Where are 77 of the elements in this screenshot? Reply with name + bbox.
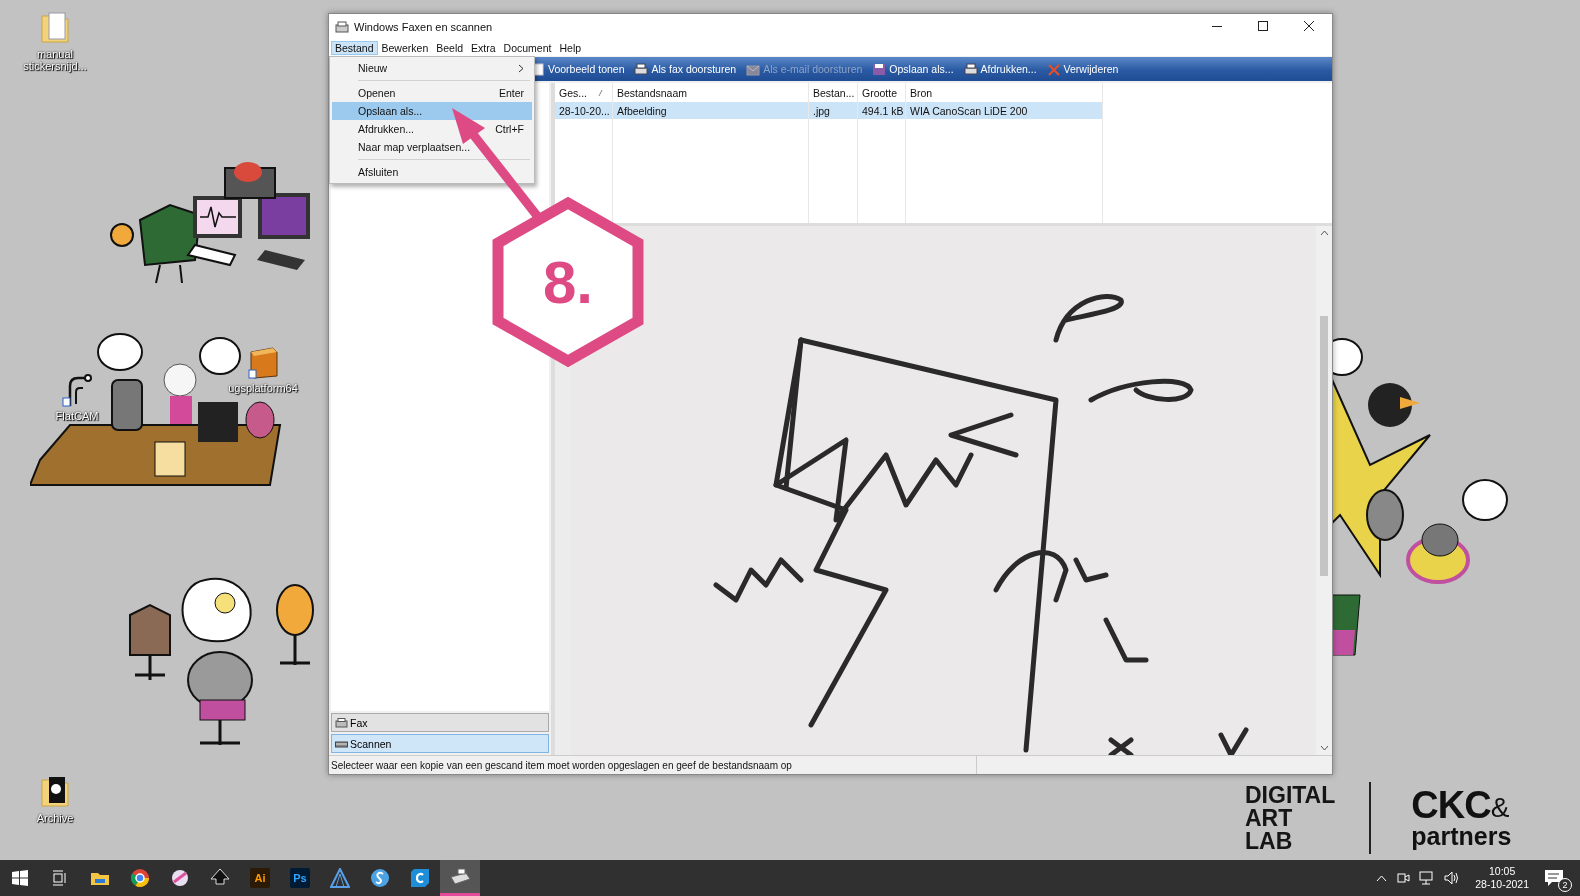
menu-item[interactable]: Nieuw — [332, 59, 532, 77]
clock[interactable]: 10:05 28-10-2021 — [1475, 865, 1529, 891]
icon-image-icon[interactable] — [62, 372, 92, 408]
browser-logo-icon — [130, 868, 150, 888]
menu-item[interactable]: Openen Enter — [332, 84, 532, 102]
desktop-icon-label[interactable]: ugsplatform64 — [228, 382, 298, 394]
table-cell-text: Afbeelding — [616, 104, 668, 117]
column-header[interactable]: Ges... — [555, 83, 613, 102]
printer-icon — [963, 62, 978, 76]
taskbar-app-button[interactable]: Ps — [280, 860, 320, 896]
logo-ampersand: & — [1490, 793, 1510, 823]
s-logo-icon — [370, 868, 390, 888]
toolbar-button[interactable]: Verwijderen — [1044, 62, 1121, 76]
notification-icon[interactable] — [1544, 869, 1564, 887]
menu-item[interactable]: Beeld — [432, 40, 468, 55]
pane-switch-button[interactable]: Scannen — [331, 734, 549, 753]
table-cell-text: 494.1 kB — [861, 104, 905, 117]
taskbar-app-button[interactable]: Ai — [240, 860, 280, 896]
pane-switch-button[interactable]: Fax — [331, 713, 549, 732]
speaker-icon[interactable] — [1444, 871, 1461, 885]
app-logo-icon: Ps — [290, 868, 310, 888]
folder-icon — [90, 870, 110, 886]
toolbar-button[interactable]: Afdrukken... — [961, 62, 1039, 76]
icon-image-icon[interactable] — [40, 774, 70, 810]
windows-logo-icon — [12, 870, 28, 886]
menu-item[interactable]: Bestand — [331, 40, 378, 55]
column-header[interactable]: Grootte — [858, 83, 906, 102]
menu-item[interactable]: Document — [499, 40, 556, 55]
toolbar-button[interactable]: Als fax doorsturen — [632, 62, 739, 76]
fax-machine-icon — [335, 20, 349, 33]
column-header[interactable]: Bron — [906, 83, 1103, 102]
scanner-icon — [335, 738, 348, 749]
network-icon[interactable] — [1419, 871, 1436, 885]
menu-item[interactable]: Bewerken — [377, 40, 433, 55]
menu-item[interactable]: Naar map verplaatsen... — [332, 138, 532, 156]
camera-icon[interactable] — [1396, 871, 1411, 885]
clock-time: 10:05 — [1489, 865, 1516, 878]
file-row[interactable]: 28-10-20... Afbeelding .jpg 494.1 kB WIA CanoScan LiDE 200 — [555, 102, 1103, 119]
c-logo-icon — [410, 868, 430, 888]
column-header[interactable]: Bestan... — [809, 83, 858, 102]
table-cell-text: WIA CanoScan LiDE 200 — [909, 104, 1029, 117]
task-view-icon — [52, 870, 68, 886]
triangle-logo-icon — [330, 868, 350, 888]
logo-text: LAB — [1245, 829, 1294, 853]
logo-text: ART — [1245, 806, 1294, 830]
scrollbar-thumb[interactable] — [1320, 316, 1328, 576]
column-header[interactable]: Bestandsnaam — [613, 83, 809, 102]
scrollbar[interactable] — [1316, 226, 1332, 755]
logo-text: CKC — [1411, 787, 1491, 823]
toolbar-button[interactable]: Opslaan als... — [870, 62, 956, 76]
menu-item[interactable]: Extra — [467, 40, 500, 55]
logo-text: DIGITAL — [1245, 783, 1336, 807]
chevron-right-icon — [518, 63, 524, 73]
fax-machine-icon — [335, 717, 348, 728]
window-title: Windows Faxen en scannen — [354, 20, 493, 33]
chevron-down-icon[interactable] — [1319, 745, 1329, 751]
menu-item[interactable]: Opslaan als... — [332, 102, 532, 120]
logo-text: partners — [1411, 823, 1512, 849]
menu-item[interactable]: Afsluiten — [332, 163, 532, 181]
envelope-icon — [746, 62, 761, 76]
table-cell-text: 28-10-20... — [558, 104, 611, 117]
fax-machine-icon — [449, 867, 471, 886]
taskbar-app-button[interactable] — [440, 860, 480, 896]
step-number: 8. — [543, 249, 593, 316]
clock-date: 28-10-2021 — [1475, 878, 1529, 891]
menu-item[interactable]: Help — [555, 40, 586, 55]
notification-count: 2 — [1558, 878, 1572, 892]
chevron-up-icon[interactable] — [1319, 230, 1329, 236]
table-cell-text: .jpg — [812, 104, 831, 117]
status-bar-text: Selecteer waar een kopie van een gescand item moet worden opgeslagen en geef de bestandsnaam op — [331, 759, 792, 771]
app-logo-icon: Ai — [250, 868, 270, 888]
cross-icon — [1046, 62, 1061, 76]
sort-icon — [598, 88, 603, 97]
paint-ball-icon — [170, 868, 190, 888]
desktop-icon-label[interactable]: manual stickersnijd... — [18, 48, 92, 72]
menu-item[interactable]: Afdrukken... Ctrl+F — [332, 120, 532, 138]
fax-machine-icon — [634, 62, 649, 76]
